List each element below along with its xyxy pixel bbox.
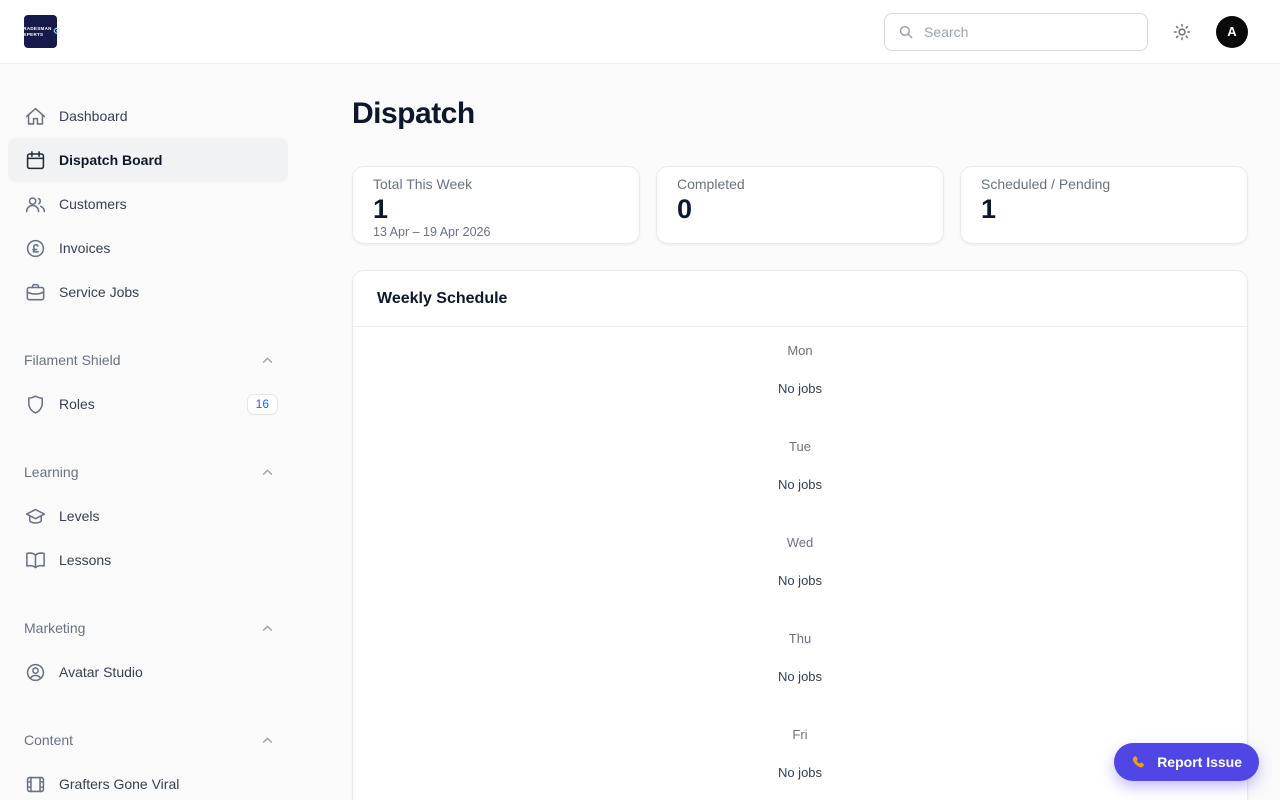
home-icon <box>25 107 46 125</box>
sidebar-item-avatar-studio[interactable]: Avatar Studio <box>8 650 288 694</box>
stat-value: 1 <box>373 194 389 224</box>
stat-value: 1 <box>981 194 997 224</box>
sidebar-item-levels[interactable]: Levels <box>8 494 288 538</box>
chevron-up-icon <box>262 736 273 743</box>
sidebar-item-dispatch-board[interactable]: Dispatch Board <box>8 138 288 182</box>
app-logo[interactable]: TRADESMAN EXPERTS ⚙ <box>20 15 61 48</box>
sidebar-group-learning: Learning Levels Lessons <box>8 462 288 582</box>
weekly-schedule-title: Weekly Schedule <box>353 271 1247 327</box>
group-header-learning[interactable]: Learning <box>8 462 288 482</box>
search-box <box>884 12 1148 51</box>
stat-card-completed: Completed 0 <box>656 166 944 244</box>
sidebar-item-service-jobs[interactable]: Service Jobs <box>8 270 288 314</box>
sidebar-item-roles[interactable]: Roles 16 <box>8 382 288 426</box>
sidebar-item-dashboard[interactable]: Dashboard <box>8 94 288 138</box>
stat-description: 13 Apr – 19 Apr 2026 <box>373 225 491 239</box>
chevron-up-icon <box>262 356 273 363</box>
group-label: Content <box>24 732 74 748</box>
group-label: Marketing <box>24 620 86 636</box>
stats-grid: Total This Week 1 13 Apr – 19 Apr 2026 C… <box>352 166 1248 244</box>
weekly-schedule-card: Weekly Schedule Mon No jobs Tue No jobs … <box>352 270 1248 800</box>
stat-description <box>981 225 1227 240</box>
sidebar-item-label: Lessons <box>59 552 112 568</box>
users-icon <box>25 196 46 212</box>
search-icon <box>899 25 913 38</box>
stat-label: Completed <box>677 176 745 192</box>
day-name: Wed <box>786 535 814 550</box>
sidebar-item-label: Customers <box>59 196 127 212</box>
user-avatar[interactable]: A <box>1216 15 1248 48</box>
main-content: Dispatch Total This Week 1 13 Apr – 19 A… <box>320 64 1280 800</box>
chevron-up-icon <box>262 468 273 475</box>
schedule-day-row-mon: Mon No jobs <box>353 327 1247 423</box>
report-issue-label: Report Issue <box>1157 754 1242 770</box>
search-input[interactable] <box>924 23 1135 40</box>
schedule-day-row-tue: Tue No jobs <box>353 423 1247 519</box>
group-label: Learning <box>24 464 79 480</box>
group-header-marketing[interactable]: Marketing <box>8 618 288 638</box>
sidebar-item-label: Grafters Gone Viral <box>59 776 180 792</box>
page-title: Dispatch <box>352 97 475 130</box>
currency-pound-icon <box>26 239 45 257</box>
sidebar-group-marketing: Marketing Avatar Studio <box>8 618 288 694</box>
day-name: Thu <box>788 631 812 646</box>
schedule-day-row-wed: Wed No jobs <box>353 519 1247 615</box>
sidebar-item-label: Levels <box>59 508 100 524</box>
report-issue-button[interactable]: Report Issue <box>1114 743 1259 781</box>
group-label: Filament Shield <box>24 352 121 368</box>
group-header-filament-shield[interactable]: Filament Shield <box>8 350 288 370</box>
sidebar-item-grafters-gone-viral[interactable]: Grafters Gone Viral <box>8 762 288 800</box>
app-logo-text: TRADESMAN EXPERTS <box>20 26 51 37</box>
stat-label: Total This Week <box>373 176 473 192</box>
app-layout: Dashboard Dispatch Board Customers Invoi… <box>0 64 1280 800</box>
user-circle-icon <box>26 663 45 681</box>
topbar: TRADESMAN EXPERTS ⚙ A <box>0 0 1280 64</box>
sidebar-item-label: Invoices <box>59 240 111 256</box>
book-open-icon <box>26 551 45 568</box>
calendar-icon <box>26 150 45 169</box>
sidebar-item-label: Service Jobs <box>59 284 140 300</box>
stat-card-total-this-week: Total This Week 1 13 Apr – 19 Apr 2026 <box>352 166 640 244</box>
academic-cap-icon <box>25 508 46 524</box>
day-name: Mon <box>787 343 813 358</box>
sidebar-nav: Dashboard Dispatch Board Customers Invoi… <box>8 94 288 800</box>
gear-icon: ⚙ <box>52 26 61 36</box>
sidebar-item-label: Dashboard <box>59 108 128 124</box>
day-name: Fri <box>792 727 808 742</box>
group-header-content[interactable]: Content <box>8 730 288 750</box>
logo-line-2: EXPERTS <box>20 31 44 37</box>
sidebar-item-lessons[interactable]: Lessons <box>8 538 288 582</box>
film-icon <box>26 776 45 792</box>
shield-icon <box>28 394 43 414</box>
roles-count-badge: 16 <box>246 393 278 415</box>
sidebar: Dashboard Dispatch Board Customers Invoi… <box>0 64 320 800</box>
schedule-day-row-fri: Fri No jobs <box>353 711 1247 800</box>
briefcase-icon <box>26 283 45 300</box>
sidebar-item-customers[interactable]: Customers <box>8 182 288 226</box>
day-status: No jobs <box>777 381 823 396</box>
stat-label: Scheduled / Pending <box>981 176 1111 192</box>
stat-description <box>677 225 923 240</box>
day-status: No jobs <box>777 669 823 684</box>
phone-icon <box>1132 755 1145 767</box>
stat-card-scheduled-pending: Scheduled / Pending 1 <box>960 166 1248 244</box>
sidebar-item-label: Roles <box>59 396 95 412</box>
day-status: No jobs <box>777 573 823 588</box>
sidebar-group-content: Content Grafters Gone Viral <box>8 730 288 800</box>
sidebar-item-label: Avatar Studio <box>59 664 143 680</box>
topbar-actions: A <box>884 12 1248 51</box>
sidebar-item-label: Dispatch Board <box>59 152 163 168</box>
schedule-day-row-thu: Thu No jobs <box>353 615 1247 711</box>
day-status: No jobs <box>777 765 823 780</box>
chevron-up-icon <box>262 624 273 631</box>
sidebar-group-filament-shield: Filament Shield Roles 16 <box>8 350 288 426</box>
theme-toggle-button[interactable] <box>1172 22 1192 42</box>
sidebar-item-invoices[interactable]: Invoices <box>8 226 288 270</box>
day-status: No jobs <box>777 477 823 492</box>
day-name: Tue <box>789 439 811 454</box>
stat-value: 0 <box>677 194 693 224</box>
sun-icon <box>1173 23 1191 40</box>
